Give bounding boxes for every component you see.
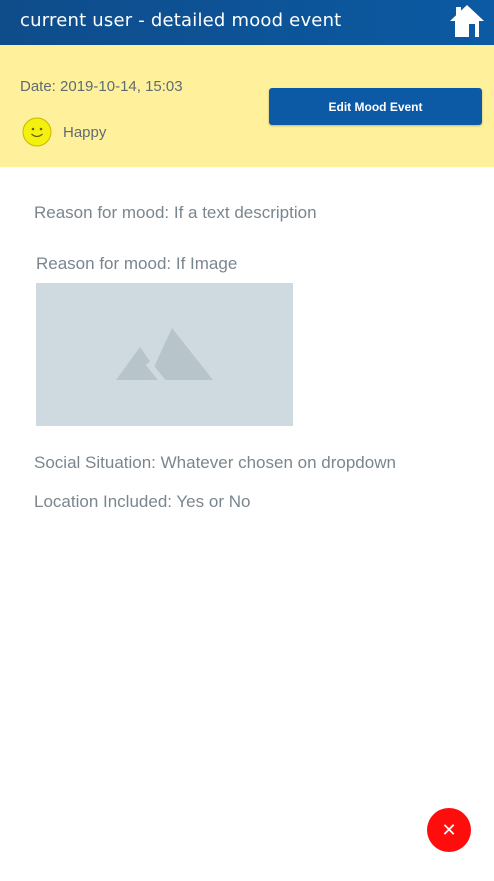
app-bar: current user - detailed mood event <box>0 0 494 45</box>
mood-label: Happy <box>63 124 107 141</box>
page-title: current user - detailed mood event <box>20 10 342 31</box>
close-icon: ✕ <box>441 819 457 840</box>
location-included: Location Included: Yes or No <box>34 492 251 511</box>
close-button[interactable]: ✕ <box>427 808 471 852</box>
reason-image-label: Reason for mood: If Image <box>36 254 238 273</box>
smiley-face-icon <box>22 117 52 147</box>
home-icon <box>450 5 484 37</box>
edit-mood-event-button[interactable]: Edit Mood Event <box>269 88 482 125</box>
reason-image <box>36 283 293 426</box>
reason-text: Reason for mood: If a text description <box>34 203 317 222</box>
home-button[interactable] <box>448 2 486 40</box>
mood-event-detail-screen: current user - detailed mood event Date:… <box>0 0 494 881</box>
social-situation: Social Situation: Whatever chosen on dro… <box>34 453 396 472</box>
mood-date: Date: 2019-10-14, 15:03 <box>20 78 183 95</box>
image-placeholder-icon <box>116 328 213 385</box>
mood-summary-panel: Date: 2019-10-14, 15:03 Happy Edit Mood … <box>0 45 494 167</box>
